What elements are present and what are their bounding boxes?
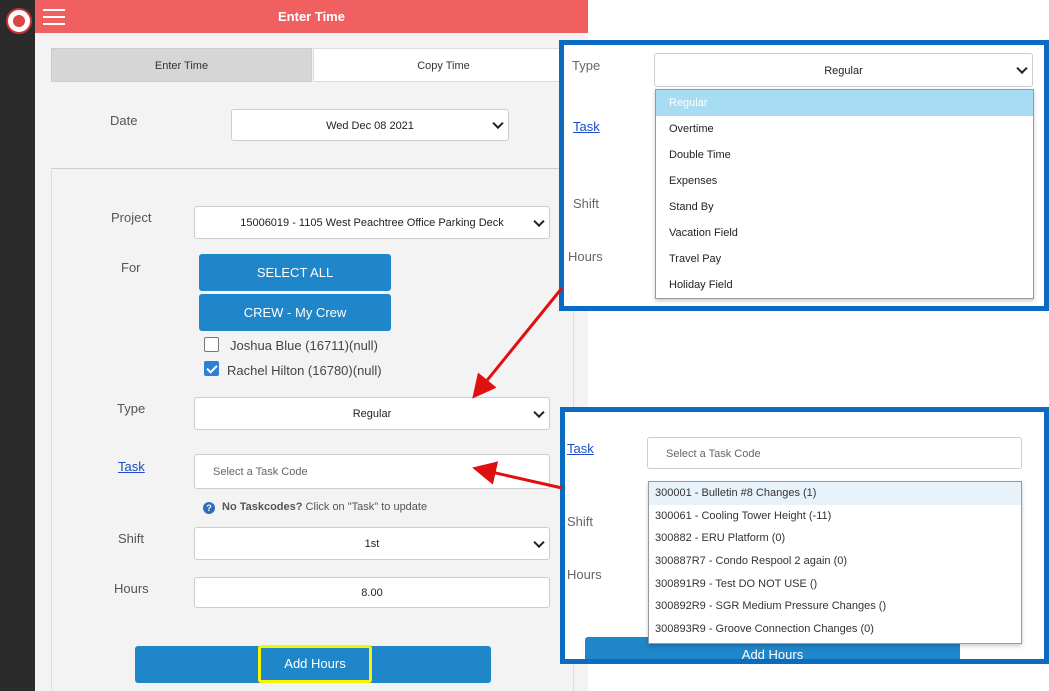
- callout-type-select[interactable]: Regular: [654, 53, 1033, 87]
- member-name: Joshua Blue (16711)(null): [230, 338, 378, 353]
- date-select[interactable]: Wed Dec 08 2021: [231, 109, 509, 141]
- callout2-shift-label: Shift: [567, 514, 594, 529]
- task-code-option[interactable]: 300061 - Cooling Tower Height (-11): [649, 505, 1021, 528]
- hours-input[interactable]: 8.00: [194, 577, 550, 608]
- task-code-list: 300001 - Bulletin #8 Changes (1) 300061 …: [648, 481, 1022, 644]
- project-label: Project: [111, 210, 152, 225]
- type-option-double-time[interactable]: Double Time: [656, 142, 1033, 168]
- shift-label: Shift: [118, 531, 145, 546]
- project-value: 15006019 - 1105 West Peachtree Office Pa…: [240, 217, 504, 229]
- hours-label: Hours: [114, 581, 149, 596]
- info-icon: ?: [203, 502, 215, 514]
- type-select[interactable]: Regular: [194, 397, 550, 430]
- hint-text: Click on "Task" to update: [302, 501, 428, 513]
- member-name: Rachel Hilton (16780)(null): [227, 363, 382, 378]
- chevron-down-icon: [533, 536, 545, 548]
- type-option-expenses[interactable]: Expenses: [656, 168, 1033, 194]
- task-code-option[interactable]: 300001 - Bulletin #8 Changes (1): [649, 482, 1021, 505]
- type-option-stand-by[interactable]: Stand By: [656, 194, 1033, 220]
- tab-enter-time[interactable]: Enter Time: [51, 48, 312, 82]
- chevron-down-icon: [492, 117, 504, 130]
- chevron-down-icon: [1016, 62, 1028, 75]
- member-checkbox[interactable]: [204, 337, 219, 352]
- task-code-input[interactable]: Select a Task Code: [194, 454, 550, 489]
- type-option-holiday-field[interactable]: Holiday Field: [656, 272, 1033, 298]
- crew-button[interactable]: CREW - My Crew: [199, 294, 391, 331]
- type-label: Type: [117, 401, 146, 416]
- tab-bar: Enter Time Copy Time: [51, 48, 574, 82]
- task-code-option[interactable]: 300887R7 - Condo Respool 2 again (0): [649, 550, 1021, 573]
- callout2-hours-label: Hours: [567, 567, 602, 582]
- task-hint: No Taskcodes? Click on "Task" to update: [222, 501, 427, 513]
- entry-panel: [51, 170, 574, 691]
- callout-hours-label: Hours: [568, 249, 603, 264]
- page-title: Enter Time: [278, 9, 345, 24]
- callout-type-label: Type: [572, 58, 601, 73]
- callout2-task-link[interactable]: Task: [567, 441, 594, 456]
- project-select[interactable]: 15006019 - 1105 West Peachtree Office Pa…: [194, 206, 550, 239]
- company-logo-icon: [6, 8, 32, 34]
- type-option-vacation-field[interactable]: Vacation Field: [656, 220, 1033, 246]
- task-code-option[interactable]: 300893R9 - Groove Connection Changes (0): [649, 618, 1021, 641]
- shift-select[interactable]: 1st: [194, 527, 550, 560]
- chevron-down-icon: [533, 406, 545, 418]
- task-link[interactable]: Task: [118, 459, 145, 474]
- type-option-regular[interactable]: Regular: [656, 90, 1033, 116]
- select-all-button[interactable]: SELECT ALL: [199, 254, 391, 291]
- left-rail: [0, 0, 35, 691]
- type-option-travel-pay[interactable]: Travel Pay: [656, 246, 1033, 272]
- task-code-option[interactable]: 300891R9 - Test DO NOT USE (): [649, 573, 1021, 596]
- member-checkbox-checked[interactable]: [204, 361, 219, 376]
- type-option-overtime[interactable]: Overtime: [656, 116, 1033, 142]
- task-code-option[interactable]: 300882 - ERU Platform (0): [649, 527, 1021, 550]
- type-value: Regular: [352, 408, 392, 420]
- shift-value: 1st: [364, 538, 380, 550]
- section-divider: [51, 168, 574, 169]
- date-value: Wed Dec 08 2021: [326, 120, 414, 132]
- for-label: For: [121, 260, 141, 275]
- add-hours-highlight[interactable]: Add Hours: [258, 645, 372, 683]
- callout-type-value: Regular: [824, 65, 863, 77]
- task-code-option[interactable]: 300892R9 - SGR Medium Pressure Changes (…: [649, 595, 1021, 618]
- hint-bold: No Taskcodes?: [222, 501, 303, 513]
- callout-shift-label: Shift: [573, 196, 600, 211]
- tab-copy-time[interactable]: Copy Time: [313, 48, 574, 82]
- callout-task-link[interactable]: Task: [573, 119, 600, 134]
- date-label: Date: [110, 113, 138, 128]
- type-options-list: Regular Overtime Double Time Expenses St…: [655, 89, 1034, 299]
- chevron-down-icon: [533, 215, 545, 227]
- callout2-task-input[interactable]: Select a Task Code: [647, 437, 1022, 469]
